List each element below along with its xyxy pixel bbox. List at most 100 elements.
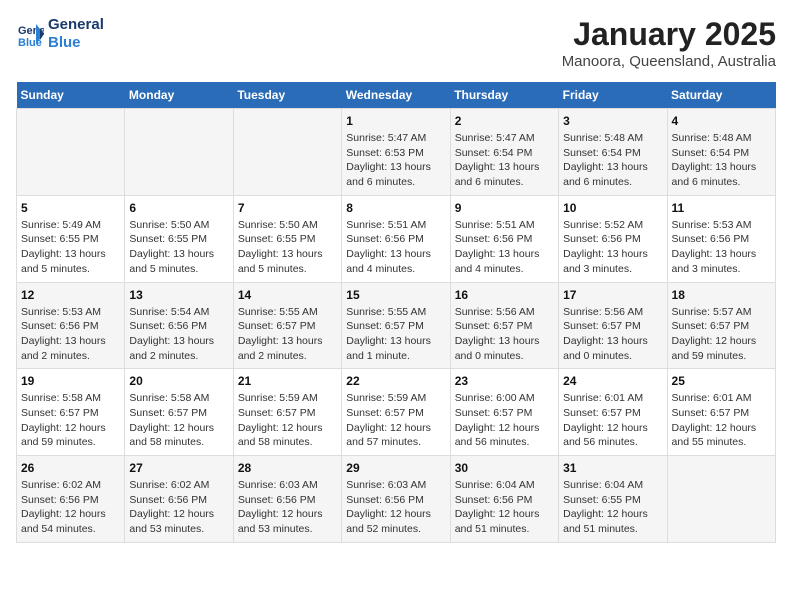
month-year-title: January 2025	[562, 16, 776, 53]
day-info: Sunrise: 5:54 AM Sunset: 6:56 PM Dayligh…	[129, 305, 228, 364]
calendar-cell: 21Sunrise: 5:59 AM Sunset: 6:57 PM Dayli…	[233, 369, 341, 456]
calendar-cell: 22Sunrise: 5:59 AM Sunset: 6:57 PM Dayli…	[342, 369, 450, 456]
day-info: Sunrise: 6:04 AM Sunset: 6:56 PM Dayligh…	[455, 478, 554, 537]
day-info: Sunrise: 5:49 AM Sunset: 6:55 PM Dayligh…	[21, 218, 120, 277]
day-info: Sunrise: 5:58 AM Sunset: 6:57 PM Dayligh…	[129, 391, 228, 450]
day-number: 14	[238, 288, 337, 302]
day-info: Sunrise: 6:01 AM Sunset: 6:57 PM Dayligh…	[563, 391, 662, 450]
day-number: 25	[672, 374, 771, 388]
day-number: 31	[563, 461, 662, 475]
day-info: Sunrise: 6:03 AM Sunset: 6:56 PM Dayligh…	[238, 478, 337, 537]
title-block: January 2025 Manoora, Queensland, Austra…	[562, 16, 776, 70]
calendar-cell: 16Sunrise: 5:56 AM Sunset: 6:57 PM Dayli…	[450, 282, 558, 369]
day-info: Sunrise: 5:53 AM Sunset: 6:56 PM Dayligh…	[21, 305, 120, 364]
day-info: Sunrise: 6:02 AM Sunset: 6:56 PM Dayligh…	[129, 478, 228, 537]
weekday-header-sunday: Sunday	[17, 82, 125, 109]
logo-icon: General Blue	[16, 20, 44, 48]
calendar-cell: 2Sunrise: 5:47 AM Sunset: 6:54 PM Daylig…	[450, 109, 558, 196]
calendar-cell: 10Sunrise: 5:52 AM Sunset: 6:56 PM Dayli…	[559, 195, 667, 282]
day-info: Sunrise: 5:53 AM Sunset: 6:56 PM Dayligh…	[672, 218, 771, 277]
day-number: 19	[21, 374, 120, 388]
calendar-cell	[233, 109, 341, 196]
calendar-cell: 17 Sunrise: 5:56 AM Sunset: 6:57 PM Dayli…	[559, 282, 667, 369]
day-info: Sunrise: 6:03 AM Sunset: 6:56 PM Dayligh…	[346, 478, 445, 537]
day-number: 23	[455, 374, 554, 388]
day-number: 6	[129, 201, 228, 215]
calendar-cell: 23 Sunrise: 6:00 AM Sunset: 6:57 PM Dayli…	[450, 369, 558, 456]
calendar-cell: 18 Sunrise: 5:57 AM Sunset: 6:57 PM Dayli…	[667, 282, 775, 369]
calendar-cell	[667, 456, 775, 543]
day-number: 10	[563, 201, 662, 215]
day-info: Sunrise: 5:57 AM Sunset: 6:57 PM Dayligh…	[672, 305, 771, 364]
day-info: Sunrise: 5:48 AM Sunset: 6:54 PM Dayligh…	[563, 131, 662, 190]
calendar-week-row: 26 Sunrise: 6:02 AM Sunset: 6:56 PM Dayli…	[17, 456, 776, 543]
day-number: 26	[21, 461, 120, 475]
day-number: 1	[346, 114, 445, 128]
day-info: Sunrise: 5:55 AM Sunset: 6:57 PM Dayligh…	[346, 305, 445, 364]
day-info: Sunrise: 5:48 AM Sunset: 6:54 PM Dayligh…	[672, 131, 771, 190]
day-number: 15	[346, 288, 445, 302]
calendar-cell: 4 Sunrise: 5:48 AM Sunset: 6:54 PM Daylig…	[667, 109, 775, 196]
calendar-cell: 12 Sunrise: 5:53 AM Sunset: 6:56 PM Dayli…	[17, 282, 125, 369]
calendar-cell: 29Sunrise: 6:03 AM Sunset: 6:56 PM Dayli…	[342, 456, 450, 543]
calendar-cell: 24 Sunrise: 6:01 AM Sunset: 6:57 PM Dayli…	[559, 369, 667, 456]
weekday-header-row: SundayMondayTuesdayWednesdayThursdayFrid…	[17, 82, 776, 109]
calendar-cell: 27 Sunrise: 6:02 AM Sunset: 6:56 PM Dayli…	[125, 456, 233, 543]
calendar-cell: 25 Sunrise: 6:01 AM Sunset: 6:57 PM Dayli…	[667, 369, 775, 456]
weekday-header-saturday: Saturday	[667, 82, 775, 109]
day-number: 24	[563, 374, 662, 388]
day-info: Sunrise: 6:00 AM Sunset: 6:57 PM Dayligh…	[455, 391, 554, 450]
day-info: Sunrise: 5:51 AM Sunset: 6:56 PM Dayligh…	[346, 218, 445, 277]
calendar-cell: 1Sunrise: 5:47 AM Sunset: 6:53 PM Daylig…	[342, 109, 450, 196]
day-number: 13	[129, 288, 228, 302]
day-number: 12	[21, 288, 120, 302]
calendar-cell: 19 Sunrise: 5:58 AM Sunset: 6:57 PM Dayli…	[17, 369, 125, 456]
day-number: 18	[672, 288, 771, 302]
day-info: Sunrise: 5:59 AM Sunset: 6:57 PM Dayligh…	[238, 391, 337, 450]
day-info: Sunrise: 5:50 AM Sunset: 6:55 PM Dayligh…	[129, 218, 228, 277]
weekday-header-monday: Monday	[125, 82, 233, 109]
day-number: 17	[563, 288, 662, 302]
day-number: 8	[346, 201, 445, 215]
day-number: 9	[455, 201, 554, 215]
day-number: 16	[455, 288, 554, 302]
day-number: 28	[238, 461, 337, 475]
calendar-cell: 11 Sunrise: 5:53 AM Sunset: 6:56 PM Dayli…	[667, 195, 775, 282]
calendar-cell	[17, 109, 125, 196]
page-header: General Blue General Blue January 2025 M…	[16, 16, 776, 70]
calendar-cell: 13 Sunrise: 5:54 AM Sunset: 6:56 PM Dayli…	[125, 282, 233, 369]
calendar-week-row: 1Sunrise: 5:47 AM Sunset: 6:53 PM Daylig…	[17, 109, 776, 196]
calendar-cell: 14 Sunrise: 5:55 AM Sunset: 6:57 PM Dayli…	[233, 282, 341, 369]
day-info: Sunrise: 5:55 AM Sunset: 6:57 PM Dayligh…	[238, 305, 337, 364]
day-info: Sunrise: 6:01 AM Sunset: 6:57 PM Dayligh…	[672, 391, 771, 450]
calendar-cell: 5Sunrise: 5:49 AM Sunset: 6:55 PM Daylig…	[17, 195, 125, 282]
calendar-cell	[125, 109, 233, 196]
day-number: 30	[455, 461, 554, 475]
calendar-cell: 30 Sunrise: 6:04 AM Sunset: 6:56 PM Dayli…	[450, 456, 558, 543]
weekday-header-thursday: Thursday	[450, 82, 558, 109]
day-number: 2	[455, 114, 554, 128]
calendar-cell: 7 Sunrise: 5:50 AM Sunset: 6:55 PM Daylig…	[233, 195, 341, 282]
day-number: 20	[129, 374, 228, 388]
logo-general: General	[48, 16, 104, 34]
calendar-week-row: 19 Sunrise: 5:58 AM Sunset: 6:57 PM Dayli…	[17, 369, 776, 456]
day-info: Sunrise: 5:51 AM Sunset: 6:56 PM Dayligh…	[455, 218, 554, 277]
day-number: 11	[672, 201, 771, 215]
day-number: 7	[238, 201, 337, 215]
calendar-week-row: 5Sunrise: 5:49 AM Sunset: 6:55 PM Daylig…	[17, 195, 776, 282]
calendar-week-row: 12 Sunrise: 5:53 AM Sunset: 6:56 PM Dayli…	[17, 282, 776, 369]
calendar-cell: 6 Sunrise: 5:50 AM Sunset: 6:55 PM Daylig…	[125, 195, 233, 282]
calendar-cell: 26Sunrise: 6:02 AM Sunset: 6:56 PM Dayli…	[17, 456, 125, 543]
day-info: Sunrise: 5:56 AM Sunset: 6:57 PM Dayligh…	[563, 305, 662, 364]
day-number: 27	[129, 461, 228, 475]
logo-blue: Blue	[48, 34, 104, 52]
calendar-cell: 31Sunrise: 6:04 AM Sunset: 6:55 PM Dayli…	[559, 456, 667, 543]
day-number: 4	[672, 114, 771, 128]
location-subtitle: Manoora, Queensland, Australia	[562, 53, 776, 70]
weekday-header-tuesday: Tuesday	[233, 82, 341, 109]
day-info: Sunrise: 5:58 AM Sunset: 6:57 PM Dayligh…	[21, 391, 120, 450]
day-info: Sunrise: 5:50 AM Sunset: 6:55 PM Dayligh…	[238, 218, 337, 277]
day-info: Sunrise: 5:59 AM Sunset: 6:57 PM Dayligh…	[346, 391, 445, 450]
calendar-cell: 15 Sunrise: 5:55 AM Sunset: 6:57 PM Dayli…	[342, 282, 450, 369]
weekday-header-friday: Friday	[559, 82, 667, 109]
